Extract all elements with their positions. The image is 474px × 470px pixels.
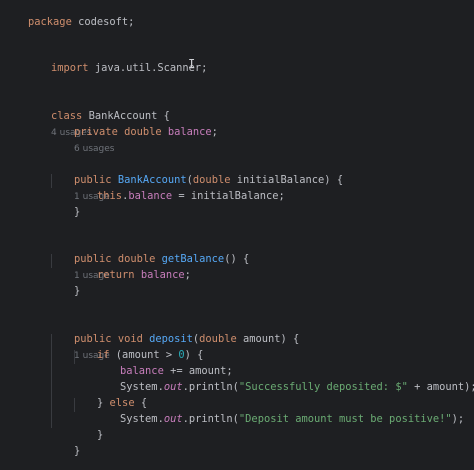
keyword: import <box>51 62 89 74</box>
code-line[interactable]: public double getBalance() { 1 usage <box>49 235 249 281</box>
code-line[interactable]: public BankAccount(double initialBalance… <box>49 156 343 202</box>
code-editor[interactable]: package codesoft; import java.util.Scann… <box>0 0 474 470</box>
field-name: balance <box>161 126 212 138</box>
code-line[interactable]: this.balance = initialBalance; <box>72 172 285 202</box>
semicolon: ; <box>211 126 218 138</box>
class-ref: System. <box>120 413 164 425</box>
code-line[interactable]: } <box>49 267 80 297</box>
code-line[interactable]: package codesoft; <box>3 0 134 28</box>
code-line[interactable]: System.out.println("Successfully deposit… <box>95 363 474 393</box>
keyword: package <box>28 16 72 28</box>
keyword: private double <box>74 126 162 138</box>
code-line[interactable]: } <box>49 427 80 457</box>
keyword: return <box>97 269 135 281</box>
code-line[interactable]: balance += amount; <box>95 347 233 377</box>
package-name: codesoft; <box>71 16 135 28</box>
args-end: ); <box>451 413 465 425</box>
field-name: balance <box>134 269 185 281</box>
code-line[interactable]: System.out.println("Deposit amount must … <box>95 395 464 425</box>
method-call: .println( <box>182 381 239 393</box>
code-line[interactable]: return balance; <box>72 251 191 281</box>
closing-brace: } <box>74 445 81 457</box>
string-literal: "Successfully deposited: $" <box>238 381 408 393</box>
code-line[interactable]: import java.util.Scanner; <box>26 44 207 74</box>
keyword: double <box>199 333 237 345</box>
code-line[interactable]: if (amount > 0) { <box>72 331 203 361</box>
code-line[interactable]: public void deposit(double amount) { 1 u… <box>49 315 299 361</box>
method-call: .println( <box>182 413 239 425</box>
closing-brace: } <box>97 429 104 441</box>
static-field: out <box>163 381 183 393</box>
closing-brace: } <box>74 285 81 297</box>
text-cursor-icon: I <box>188 57 196 71</box>
params: () { <box>224 253 250 265</box>
code-line[interactable]: } <box>72 411 103 441</box>
assignment: = initialBalance; <box>172 190 285 202</box>
params: amount) { <box>236 333 300 345</box>
field-name: balance <box>128 190 173 202</box>
static-field: out <box>163 413 183 425</box>
string-literal: "Deposit amount must be positive!" <box>238 413 452 425</box>
closing-brace: } <box>74 206 81 218</box>
code-line[interactable]: private double balance; 6 usages <box>49 108 218 154</box>
keyword: this <box>97 190 123 202</box>
semicolon: ; <box>184 269 191 281</box>
code-line[interactable]: class BankAccount { 4 usages <box>26 92 170 138</box>
code-line[interactable]: } else { <box>72 379 147 409</box>
usages-hint[interactable]: 6 usages <box>74 144 114 154</box>
args-end: + amount); <box>407 381 474 393</box>
code-line[interactable]: } <box>49 188 80 218</box>
